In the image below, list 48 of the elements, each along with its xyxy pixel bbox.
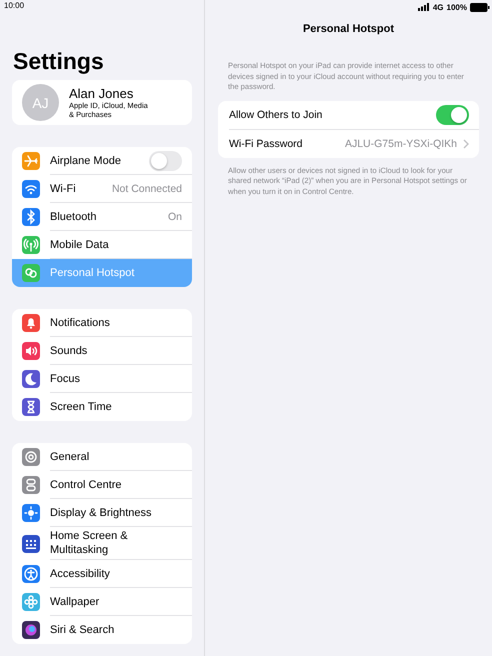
item-label: Wi-Fi	[50, 182, 76, 196]
settings-item[interactable]: Sounds	[12, 337, 192, 365]
item-label: Wallpaper	[50, 594, 100, 610]
settings-item[interactable]: Display & Brightness	[12, 499, 192, 527]
avatar: AJ	[22, 84, 59, 121]
setting-label: Wi-Fi Password	[229, 138, 304, 150]
item-label: Personal Hotspot	[50, 266, 134, 281]
item-label: General	[50, 450, 90, 464]
chevron-icon	[463, 138, 469, 148]
network-type: 4G	[432, 2, 444, 12]
toggle-switch[interactable]	[149, 150, 182, 170]
item-label: Notifications	[50, 316, 110, 330]
item-label: Screen Time	[50, 400, 112, 415]
item-label: Mobile Data	[50, 238, 109, 252]
signal-icon	[418, 3, 430, 11]
settings-item[interactable]: Screen Time	[12, 393, 192, 421]
item-value: Not Connected	[112, 182, 182, 194]
settings-item[interactable]: Focus	[12, 365, 192, 393]
settings-item[interactable]: Airplane Mode	[12, 147, 192, 175]
settings-item[interactable]: Wallpaper	[12, 588, 192, 616]
password-row[interactable]: Wi-Fi Password AJLU-G75m-YSXi-QIKh	[229, 130, 479, 158]
settings-item[interactable]: Home Screen & Multitasking	[12, 527, 192, 560]
item-label: Home Screen & Multitasking	[50, 529, 128, 558]
item-label: Accessibility	[50, 566, 110, 582]
item-label: Bluetooth	[50, 210, 96, 224]
item-label: Focus	[50, 372, 80, 386]
settings-title: Settings	[13, 47, 105, 75]
settings-item[interactable]: Accessibility	[12, 560, 192, 588]
settings-item[interactable]: Siri & Search	[12, 616, 192, 644]
item-label: Control Centre	[50, 478, 122, 492]
item-label: Sounds	[50, 344, 88, 358]
settings-item[interactable]: Wi-Fi Not Connected	[12, 175, 192, 203]
toggle-switch[interactable]	[436, 104, 469, 124]
settings-item[interactable]: Notifications	[12, 309, 192, 337]
profile-name: Alan Jones	[69, 86, 134, 100]
settings-item[interactable]: General	[12, 443, 192, 471]
page-title: Personal Hotspot	[302, 23, 396, 37]
item-value: On	[168, 210, 182, 222]
battery-icon	[470, 2, 490, 12]
setting-label: Allow Others to Join	[229, 108, 324, 120]
status-time: 10:00	[4, 0, 26, 12]
battery-percent: 100%	[446, 2, 467, 12]
settings-item[interactable]: Control Centre	[12, 471, 192, 499]
item-label: Display & Brightness	[50, 506, 152, 520]
settings-item[interactable]: Bluetooth On	[12, 203, 192, 231]
item-label: Siri & Search	[50, 623, 114, 638]
item-label: Airplane Mode	[50, 154, 121, 168]
password-value: AJLU-G75m-YSXi-QIKh	[344, 138, 457, 150]
